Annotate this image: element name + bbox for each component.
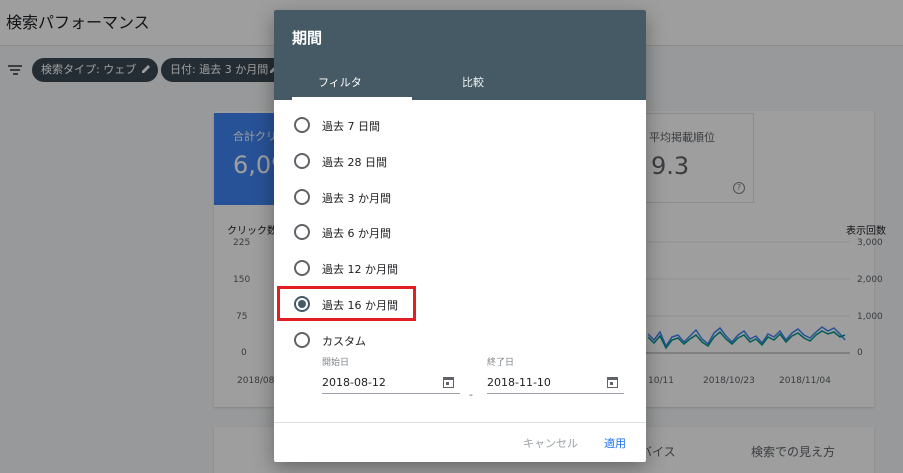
calendar-icon[interactable] bbox=[443, 377, 454, 388]
option-last-3-months[interactable]: 過去 3 か月間 bbox=[294, 186, 614, 208]
radio-button[interactable] bbox=[294, 189, 310, 205]
option-label: 過去 7 日間 bbox=[322, 120, 380, 133]
end-date-label: 終了日 bbox=[487, 358, 515, 368]
start-date-label: 開始日 bbox=[322, 358, 350, 368]
tab-compare[interactable]: 比較 bbox=[462, 74, 484, 90]
radio-button[interactable] bbox=[294, 224, 310, 240]
dialog-divider bbox=[274, 422, 646, 423]
dialog-title: 期間 bbox=[292, 29, 323, 47]
option-label: 過去 28 日間 bbox=[322, 156, 387, 169]
option-label: 過去 12 か月間 bbox=[322, 263, 398, 276]
active-tab-indicator bbox=[292, 97, 412, 100]
radio-button[interactable] bbox=[294, 260, 310, 276]
tab-filter[interactable]: フィルタ bbox=[318, 74, 362, 90]
start-date-value: 2018-08-12 bbox=[322, 376, 386, 389]
radio-button[interactable] bbox=[294, 117, 310, 133]
option-label: カスタム bbox=[322, 335, 366, 348]
dialog-header: 期間 フィルタ 比較 bbox=[274, 10, 646, 100]
option-last-12-months[interactable]: 過去 12 か月間 bbox=[294, 257, 614, 279]
cancel-button[interactable]: キャンセル bbox=[523, 435, 578, 451]
apply-button[interactable]: 適用 bbox=[604, 435, 626, 451]
option-last-28-days[interactable]: 過去 28 日間 bbox=[294, 150, 614, 172]
option-label: 過去 6 か月間 bbox=[322, 227, 391, 240]
date-range-dialog: 期間 フィルタ 比較 過去 7 日間 過去 28 日間 過去 3 か月間 過去 … bbox=[274, 10, 646, 462]
start-date-input[interactable]: 2018-08-12 bbox=[322, 372, 460, 394]
option-label: 過去 3 か月間 bbox=[322, 192, 391, 205]
calendar-icon[interactable] bbox=[607, 377, 618, 388]
radio-button[interactable] bbox=[294, 332, 310, 348]
option-custom[interactable]: カスタム bbox=[294, 329, 614, 351]
end-date-value: 2018-11-10 bbox=[487, 376, 551, 389]
date-separator: - bbox=[469, 388, 473, 401]
radio-button[interactable] bbox=[294, 153, 310, 169]
selected-option-highlight bbox=[277, 286, 416, 321]
option-last-7-days[interactable]: 過去 7 日間 bbox=[294, 114, 614, 136]
end-date-input[interactable]: 2018-11-10 bbox=[487, 372, 624, 394]
option-last-6-months[interactable]: 過去 6 か月間 bbox=[294, 221, 614, 243]
